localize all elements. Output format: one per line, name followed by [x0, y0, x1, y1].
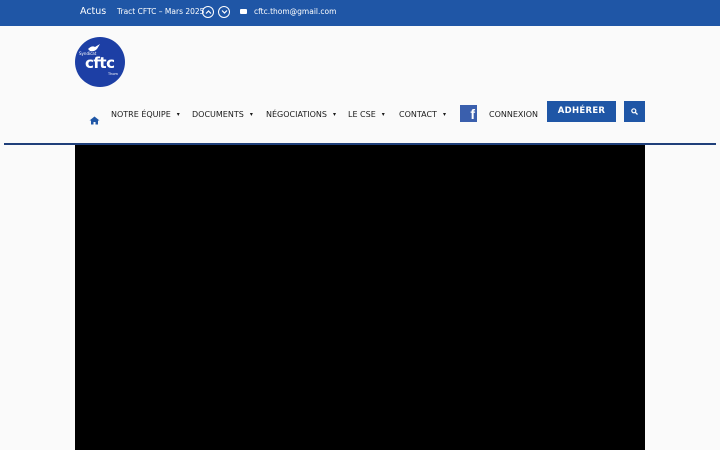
chevron-down-icon: ▾ — [332, 111, 336, 118]
site-header: Syndicat cftc Thom NOTRE ÉQUIPE ▾ DOCUMEN… — [0, 26, 720, 143]
chevron-up-icon — [205, 10, 211, 14]
logo-brand: cftc — [85, 54, 115, 72]
home-icon — [89, 116, 100, 125]
chevron-down-icon: ▾ — [381, 111, 385, 118]
contact-email-link[interactable]: cftc.thom@gmail.com — [254, 7, 336, 16]
envelope-icon — [240, 9, 247, 14]
search-icon — [631, 108, 638, 115]
nav-item-label: NOTRE ÉQUIPE — [111, 110, 171, 119]
nav-item-label: LE CSE — [348, 110, 376, 119]
home-link[interactable] — [89, 110, 100, 129]
join-button[interactable]: ADHÉRER — [547, 101, 616, 122]
news-label: Actus — [80, 6, 107, 17]
top-bar: Actus Tract CFTC – Mars 2025 cftc.thom@g… — [0, 0, 720, 26]
ticker-down-button[interactable] — [218, 6, 230, 18]
nav-item-cse[interactable]: LE CSE ▾ — [348, 110, 385, 124]
news-ticker-link[interactable]: Tract CFTC – Mars 2025 — [117, 7, 204, 16]
nav-item-label: DOCUMENTS — [192, 110, 244, 119]
logo-line3: Thom — [108, 72, 118, 76]
nav-item-equipe[interactable]: NOTRE ÉQUIPE ▾ — [111, 110, 180, 124]
nav-item-label: NÉGOCIATIONS — [266, 110, 327, 119]
facebook-icon[interactable]: f — [460, 105, 477, 122]
chevron-down-icon: ▾ — [249, 111, 253, 118]
nav-item-label: CONTACT — [399, 110, 437, 119]
search-button[interactable] — [624, 101, 645, 122]
chevron-down-icon: ▾ — [442, 111, 446, 118]
video-player[interactable] — [75, 145, 645, 450]
chevron-down-icon: ▾ — [176, 111, 180, 118]
chevron-down-icon — [221, 10, 227, 14]
nav-item-documents[interactable]: DOCUMENTS ▾ — [192, 110, 253, 124]
login-link[interactable]: CONNEXION — [489, 110, 538, 124]
nav-item-negociations[interactable]: NÉGOCIATIONS ▾ — [266, 110, 336, 124]
cftc-logo[interactable]: Syndicat cftc Thom — [75, 37, 125, 87]
nav-item-contact[interactable]: CONTACT ▾ — [399, 110, 446, 124]
ticker-up-button[interactable] — [202, 6, 214, 18]
